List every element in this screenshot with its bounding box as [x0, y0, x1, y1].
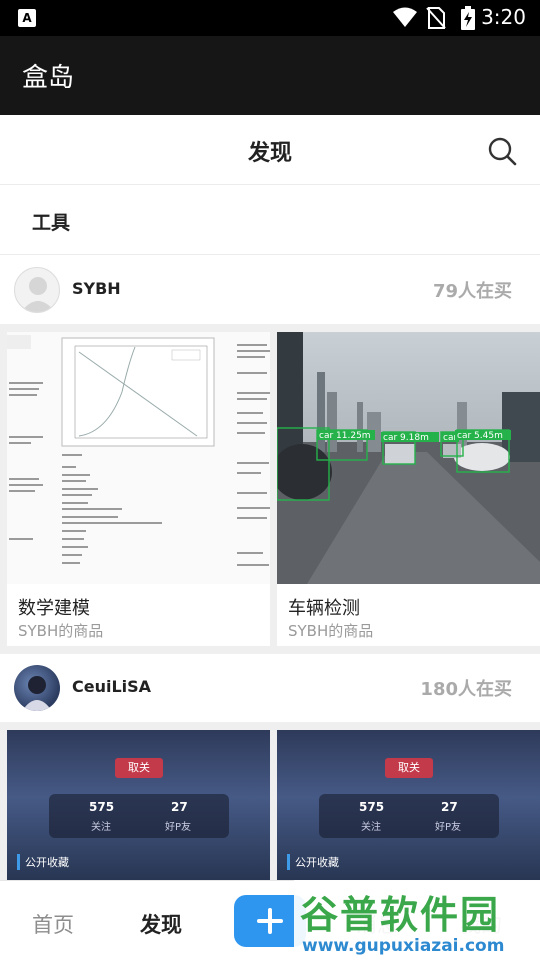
buyer-count: 180人在买: [420, 679, 512, 700]
product-thumbnail: [7, 332, 270, 584]
product-card[interactable]: 数学建模 SYBH的商品: [7, 332, 270, 646]
page-header: 发现: [0, 115, 540, 185]
collection-label: 公开收藏: [17, 854, 69, 870]
avatar[interactable]: [14, 665, 60, 711]
product-subtitle: SYBH的商品: [18, 622, 104, 640]
follow-badge: 取关: [385, 758, 433, 778]
anime-avatar-icon: [22, 676, 52, 711]
detection-label: car 5.45m: [457, 431, 503, 441]
follow-badge: 取关: [115, 758, 163, 778]
avatar[interactable]: [14, 267, 60, 313]
tools-row[interactable]: 工具: [0, 185, 540, 255]
tools-label: 工具: [32, 212, 71, 234]
wifi-icon: [393, 7, 417, 27]
watermark: 谷普软件园 www.gupuxiazai.com: [294, 880, 540, 960]
friends-count: 27: [171, 800, 188, 814]
watermark-url: www.gupuxiazai.com: [302, 936, 505, 956]
stats-panel: 575 关注 27 好P友: [49, 794, 229, 838]
product-title: 车辆检测: [288, 598, 360, 619]
detection-label: car 9.18m: [383, 433, 429, 443]
following-count: 575: [359, 800, 385, 814]
following-label: 关注: [361, 822, 381, 833]
product-card[interactable]: 取关 575 关注 27 好P友 公开收藏: [7, 730, 270, 880]
buyer-count: 79人在买: [432, 281, 512, 302]
following-label: 关注: [91, 822, 111, 833]
detection-label: car 11.25m: [319, 431, 371, 441]
friends-count: 27: [441, 800, 458, 814]
default-avatar-icon: [21, 277, 55, 312]
watermark-text: 谷普软件园: [300, 893, 501, 937]
app-title: 盒岛: [22, 63, 75, 93]
friends-label: 好P友: [165, 822, 192, 833]
search-icon[interactable]: [486, 135, 518, 167]
seller-name[interactable]: SYBH: [72, 279, 121, 298]
product-card[interactable]: 取关 575 关注 27 好P友 公开收藏: [277, 730, 540, 880]
battery-charging-icon: [461, 6, 475, 30]
seller-row[interactable]: SYBH 79人在买: [0, 256, 540, 324]
following-count: 575: [89, 800, 115, 814]
nav-home[interactable]: 首页: [32, 909, 74, 939]
product-thumbnail: car 11.25m car 9.18m car car 5.45m: [277, 332, 540, 584]
product-title: 数学建模: [18, 598, 90, 619]
stats-panel: 575 关注 27 好P友: [319, 794, 499, 838]
seller-name[interactable]: CeuiLiSA: [72, 677, 151, 696]
no-sim-icon: [426, 7, 446, 29]
friends-label: 好P友: [435, 822, 462, 833]
product-subtitle: SYBH的商品: [288, 622, 374, 640]
seller-row[interactable]: CeuiLiSA 180人在买: [0, 654, 540, 722]
status-bar: A 3:20: [0, 0, 540, 36]
product-card[interactable]: car 11.25m car 9.18m car car 5.45m 车辆检测 …: [277, 332, 540, 646]
clock: 3:20: [481, 5, 526, 29]
app-screen: A 3:20 盒岛 发现 工具 SYBH 79人在买 数学建模 SYBH的商品 …: [0, 0, 540, 960]
nav-discover[interactable]: 发现: [140, 909, 182, 939]
collection-label: 公开收藏: [287, 854, 339, 870]
app-bar: 盒岛: [0, 36, 540, 115]
page-title: 发现: [247, 141, 292, 166]
notification-a-icon: A: [18, 9, 36, 27]
